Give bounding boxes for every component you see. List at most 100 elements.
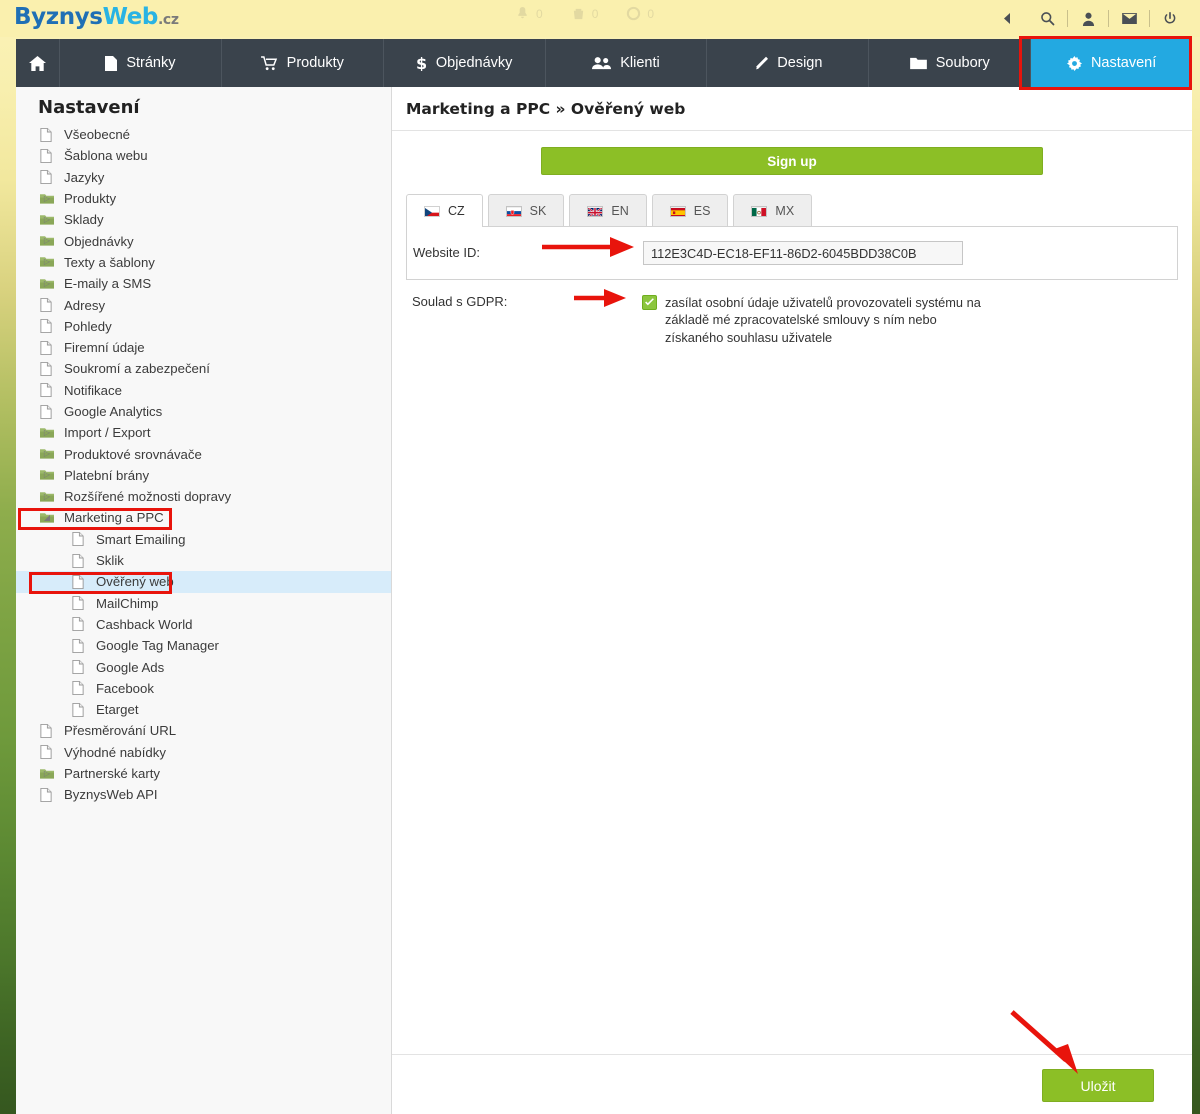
file-icon (72, 617, 91, 631)
chevron-right-icon[interactable]: ▷ (42, 429, 52, 437)
sidebar-item-mailchimp[interactable]: MailChimp (16, 593, 391, 614)
sidebar-item-label: Firemní údaje (59, 340, 145, 355)
sidebar-item-label: Import / Export (59, 425, 150, 440)
tab-en[interactable]: EN (569, 194, 646, 227)
nav-item-produkty[interactable]: Produkty (222, 39, 384, 87)
sidebar-item-label: Smart Emailing (91, 532, 185, 547)
sidebar-item-produkty[interactable]: ▷Produkty (16, 188, 391, 209)
file-icon (40, 724, 59, 738)
sidebar-item-label: Pohledy (59, 319, 112, 334)
chevron-right-icon[interactable]: ▷ (42, 195, 52, 203)
dollar-icon: $ (416, 55, 427, 71)
chevron-right-icon[interactable]: ▷ (42, 770, 52, 778)
sidebar-item-v-eobecn[interactable]: Všeobecné (16, 124, 391, 145)
sidebar-item-ablona-webu[interactable]: Šablona webu (16, 145, 391, 166)
header-counters: 0 0 0 (515, 6, 654, 21)
sidebar-item-roz-en-mo-nosti-dopravy[interactable]: ▷Rozšířené možnosti dopravy (16, 486, 391, 507)
chevron-right-icon[interactable]: ▷ (42, 258, 52, 266)
sidebar-item-sklady[interactable]: ▷Sklady (16, 209, 391, 230)
sidebar-item-v-hodn-nab-dky[interactable]: Výhodné nabídky (16, 742, 391, 763)
sidebar-item-produktov-srovn-va-e[interactable]: ▷Produktové srovnávače (16, 443, 391, 464)
chevron-right-icon[interactable]: ▷ (42, 493, 52, 501)
file-icon (72, 703, 91, 717)
sidebar-item-label: Adresy (59, 298, 105, 313)
file-icon (40, 128, 59, 142)
sidebar-item-etarget[interactable]: Etarget (16, 699, 391, 720)
sidebar-item-google-analytics[interactable]: Google Analytics (16, 401, 391, 422)
sidebar-item-partnersk-karty[interactable]: ▷Partnerské karty (16, 763, 391, 784)
sidebar-item-e-maily-a-sms[interactable]: ▷E-maily a SMS (16, 273, 391, 294)
collapse-arrow-icon (1003, 13, 1012, 24)
basket-counter[interactable]: 0 (571, 6, 599, 21)
nav-label: Nastavení (1091, 55, 1156, 71)
cz-flag-icon (424, 206, 440, 217)
tab-mx[interactable]: MX (733, 194, 812, 227)
sidebar-item-cashback-world[interactable]: Cashback World (16, 614, 391, 635)
sidebar-item-google-tag-manager[interactable]: Google Tag Manager (16, 635, 391, 656)
website-id-input[interactable] (643, 241, 963, 265)
bell-counter[interactable]: 0 (515, 6, 543, 21)
nav-item-objednavky[interactable]: $ Objednávky (384, 39, 546, 87)
nav-item-klienti[interactable]: Klienti (546, 39, 708, 87)
sidebar-item-import-export[interactable]: ▷ Import / Export (16, 422, 391, 443)
sidebar-item-label: Sklik (91, 553, 124, 568)
sidebar-item-adresy[interactable]: Adresy (16, 294, 391, 315)
breadcrumb: Marketing a PPC » Ověřený web (392, 87, 1192, 131)
sidebar-item-texty-a-ablony[interactable]: ▷ Texty a šablony (16, 252, 391, 273)
circle-counter[interactable]: 0 (626, 6, 654, 21)
nav-label: Klienti (620, 55, 660, 71)
save-button[interactable]: Uložit (1042, 1069, 1154, 1102)
sidebar-item-pohledy[interactable]: Pohledy (16, 316, 391, 337)
file-icon (40, 149, 59, 163)
user-account-button[interactable] (1068, 0, 1108, 37)
logout-button[interactable] (1150, 0, 1190, 37)
sidebar-item-jazyky[interactable]: Jazyky (16, 167, 391, 188)
sidebar-item-label: Google Analytics (59, 404, 162, 419)
power-icon (1163, 12, 1177, 26)
brand-logo[interactable]: ByznysWeb.cz (14, 4, 179, 30)
sign-up-button[interactable]: Sign up (541, 147, 1043, 175)
sidebar-item-byznysweb-api[interactable]: ByznysWeb API (16, 784, 391, 805)
sidebar-item-smart-emailing[interactable]: Smart Emailing (16, 529, 391, 550)
sidebar-item-marketing-a-ppc[interactable]: ◢Marketing a PPC (16, 507, 391, 528)
sidebar-item-google-ads[interactable]: Google Ads (16, 656, 391, 677)
tab-sk[interactable]: SK (488, 194, 565, 227)
nav-item-home[interactable] (16, 39, 60, 87)
tab-es[interactable]: ES (652, 194, 729, 227)
sidebar-item-platebn-br-ny[interactable]: ▷Platební brány (16, 465, 391, 486)
nav-item-soubory[interactable]: Soubory (869, 39, 1031, 87)
nav-item-design[interactable]: Design (707, 39, 869, 87)
nav-label: Objednávky (436, 55, 513, 71)
chevron-right-icon[interactable]: ▷ (42, 216, 52, 224)
sidebar-item-facebook[interactable]: Facebook (16, 678, 391, 699)
sidebar-item-notifikace[interactable]: Notifikace (16, 380, 391, 401)
chevron-right-icon[interactable]: ▷ (42, 450, 52, 458)
nav-item-stranky[interactable]: Stránky (60, 39, 222, 87)
nav-item-nastaveni[interactable]: Nastavení (1031, 39, 1192, 87)
chevron-right-icon[interactable]: ▷ (42, 280, 52, 288)
settings-panel: Website ID: (406, 226, 1178, 280)
main-content: Marketing a PPC » Ověřený web Sign up CZ… (392, 87, 1192, 1114)
chevron-right-icon[interactable]: ▷ (42, 471, 52, 479)
chevron-right-icon[interactable]: ▷ (42, 237, 52, 245)
sidebar-item-soukrom-a-zabezpe-en[interactable]: Soukromí a zabezpečení (16, 358, 391, 379)
file-icon (40, 788, 59, 802)
sidebar-item-objedn-vky[interactable]: ▷Objednávky (16, 230, 391, 251)
sidebar-item-sklik[interactable]: Sklik (16, 550, 391, 571)
main-navigation: Stránky Produkty $ Objednávky Klienti De… (16, 39, 1192, 87)
file-icon (40, 341, 59, 355)
gdpr-checkbox[interactable] (642, 295, 657, 310)
check-icon (644, 297, 655, 308)
collapse-arrow-button[interactable] (987, 0, 1027, 37)
search-button[interactable] (1027, 0, 1067, 37)
messages-button[interactable] (1109, 0, 1149, 37)
sidebar-item-firemn-daje[interactable]: Firemní údaje (16, 337, 391, 358)
sidebar-item-ov-en-web[interactable]: Ověřený web (16, 571, 391, 592)
bell-icon (515, 6, 530, 21)
sidebar-item-p-esm-rov-n-url[interactable]: Přesměrování URL (16, 720, 391, 741)
gdpr-label: Soulad s GDPR: (412, 294, 642, 346)
nav-label: Soubory (936, 55, 990, 71)
tab-cz[interactable]: CZ (406, 194, 483, 227)
sidebar-item-label: Texty a šablony (59, 255, 155, 270)
chevron-down-icon[interactable]: ◢ (42, 514, 52, 522)
